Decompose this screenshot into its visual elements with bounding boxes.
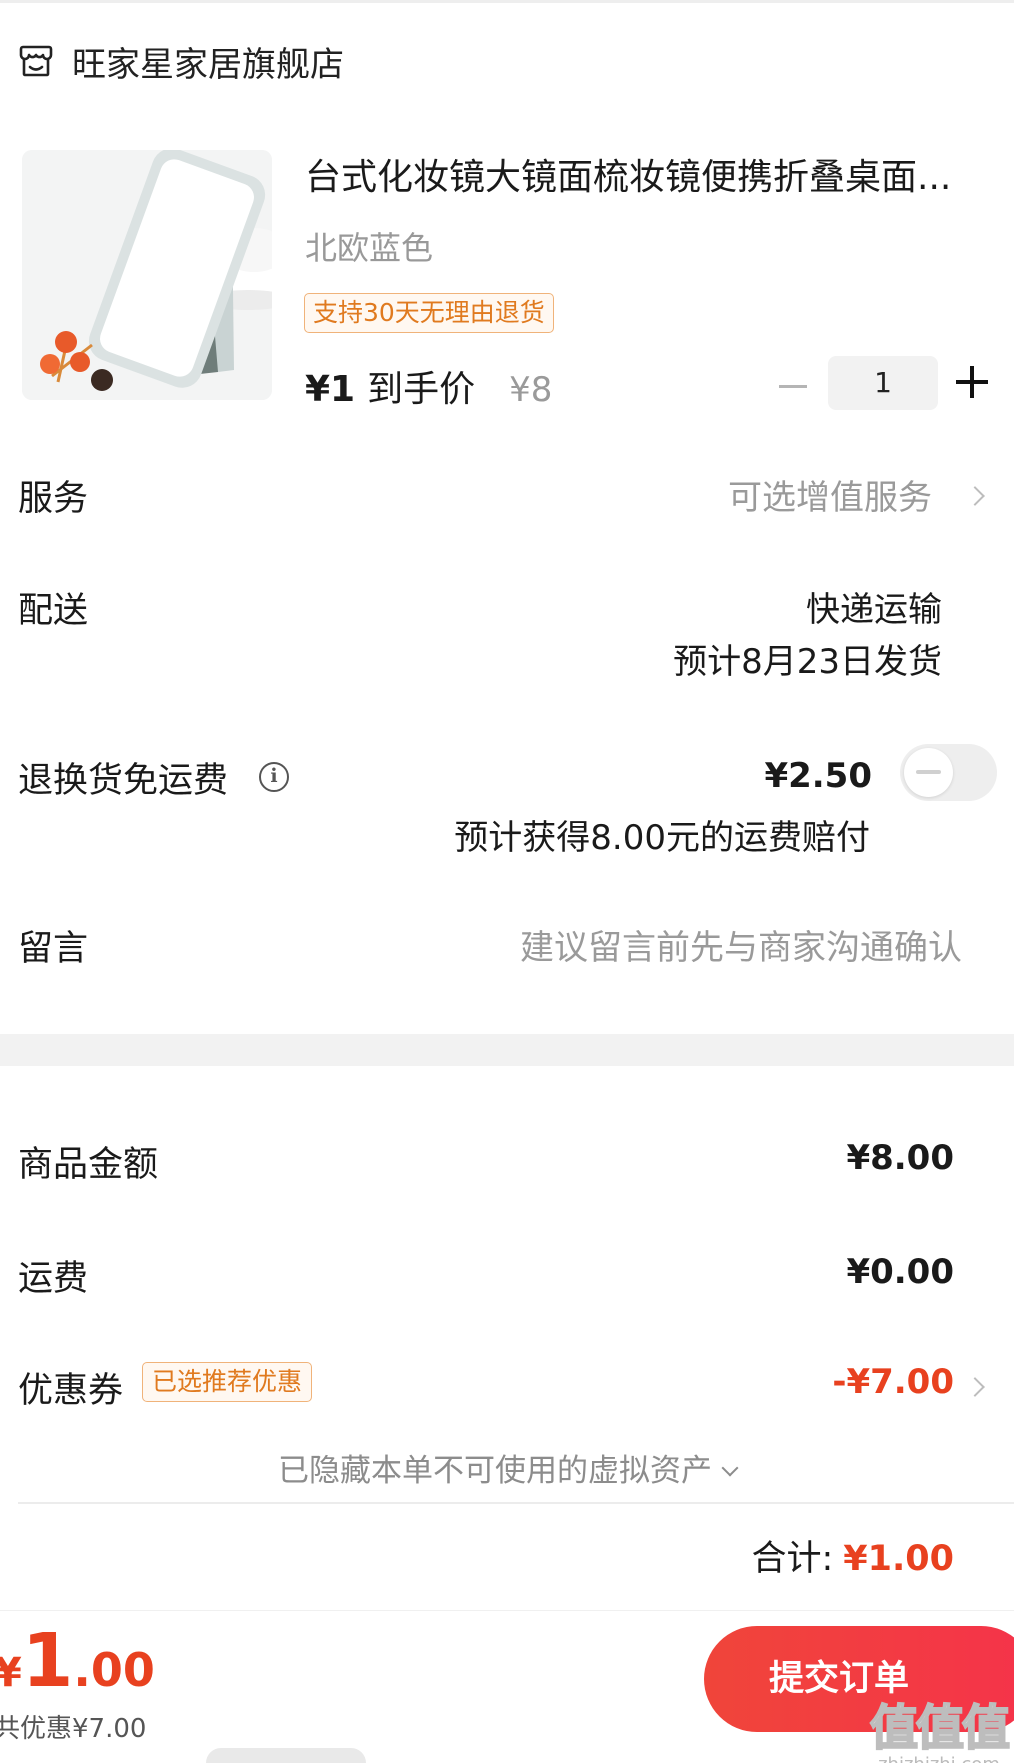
- info-icon[interactable]: i: [259, 762, 289, 792]
- quantity-increase-button[interactable]: [956, 366, 988, 398]
- service-chevron-icon[interactable]: [965, 486, 985, 506]
- hidden-assets-text: 已隐藏本单不可使用的虚拟资产: [278, 1453, 712, 1489]
- coupon-chevron-icon[interactable]: [965, 1377, 985, 1397]
- section-divider: [0, 1034, 1014, 1066]
- goods-amount-label: 商品金额: [18, 1145, 159, 1185]
- store-icon: [19, 45, 53, 77]
- price-row: ¥1 到手价 ¥8: [305, 360, 552, 412]
- product-image[interactable]: [22, 150, 272, 400]
- return-shipping-note: 预计获得8.00元的运费赔付: [454, 818, 870, 858]
- original-price: ¥8: [509, 370, 553, 410]
- service-label: 服务: [18, 479, 89, 519]
- watermark-url: zhizhizhi.com: [870, 1754, 1008, 1763]
- coupon-value[interactable]: -¥7.00: [832, 1362, 954, 1402]
- shipping-fee-value: ¥0.00: [846, 1252, 954, 1292]
- return-shipping-label: 退换货免运费: [18, 761, 229, 801]
- mirror-illustration: [22, 150, 272, 400]
- watermark: 值值值 zhizhizhi.com: [869, 1688, 1011, 1763]
- final-price: ¥1: [305, 369, 356, 410]
- total-label: 合计:: [751, 1539, 834, 1579]
- coupon-recommended-badge: 已选推荐优惠: [142, 1362, 313, 1402]
- return-shipping-price: ¥2.50: [764, 756, 872, 796]
- delivery-eta: 预计8月23日发货: [673, 642, 942, 682]
- pay-amount-decimal: .00: [73, 1643, 155, 1697]
- return-policy-badge: 支持30天无理由退货: [304, 293, 554, 333]
- final-price-label: 到手价: [367, 369, 476, 410]
- product-sku[interactable]: 北欧蓝色: [305, 224, 433, 272]
- pay-amount-currency: ¥: [0, 1650, 22, 1696]
- message-input[interactable]: 建议留言前先与商家沟通确认: [520, 920, 962, 969]
- top-divider: [0, 0, 1014, 3]
- quantity-decrease-button[interactable]: [775, 368, 811, 404]
- shipping-fee-label: 运费: [18, 1259, 89, 1299]
- quantity-input[interactable]: 1: [828, 356, 938, 410]
- chevron-down-icon: [721, 1459, 739, 1477]
- watermark-logo: 值值值: [869, 1699, 1011, 1757]
- total-value: ¥1.00: [843, 1539, 954, 1579]
- toggle-knob: [904, 748, 953, 797]
- pay-amount: ¥ 1 .00: [0, 1618, 155, 1704]
- service-value[interactable]: 可选增值服务: [728, 470, 932, 519]
- store-header[interactable]: 旺家星家居旗舰店: [18, 38, 344, 85]
- delivery-label: 配送: [18, 591, 89, 631]
- total-saved: 共优惠¥7.00: [0, 1714, 147, 1744]
- coupon-label: 优惠券: [18, 1371, 124, 1411]
- delivery-method: 快递运输: [806, 590, 942, 630]
- order-total: 合计: ¥1.00: [751, 1530, 954, 1581]
- pay-amount-integer: 1: [21, 1618, 74, 1704]
- store-name: 旺家星家居旗舰店: [72, 44, 344, 85]
- summary-divider: [18, 1502, 1014, 1504]
- product-title[interactable]: 台式化妆镜大镜面梳妆镜便携折叠桌面...: [305, 150, 995, 206]
- hidden-assets-toggle[interactable]: 已隐藏本单不可使用的虚拟资产: [0, 1445, 1014, 1490]
- message-label: 留言: [18, 929, 89, 969]
- home-indicator[interactable]: [206, 1748, 366, 1763]
- goods-amount-value: ¥8.00: [846, 1138, 954, 1178]
- return-shipping-toggle[interactable]: [900, 744, 997, 801]
